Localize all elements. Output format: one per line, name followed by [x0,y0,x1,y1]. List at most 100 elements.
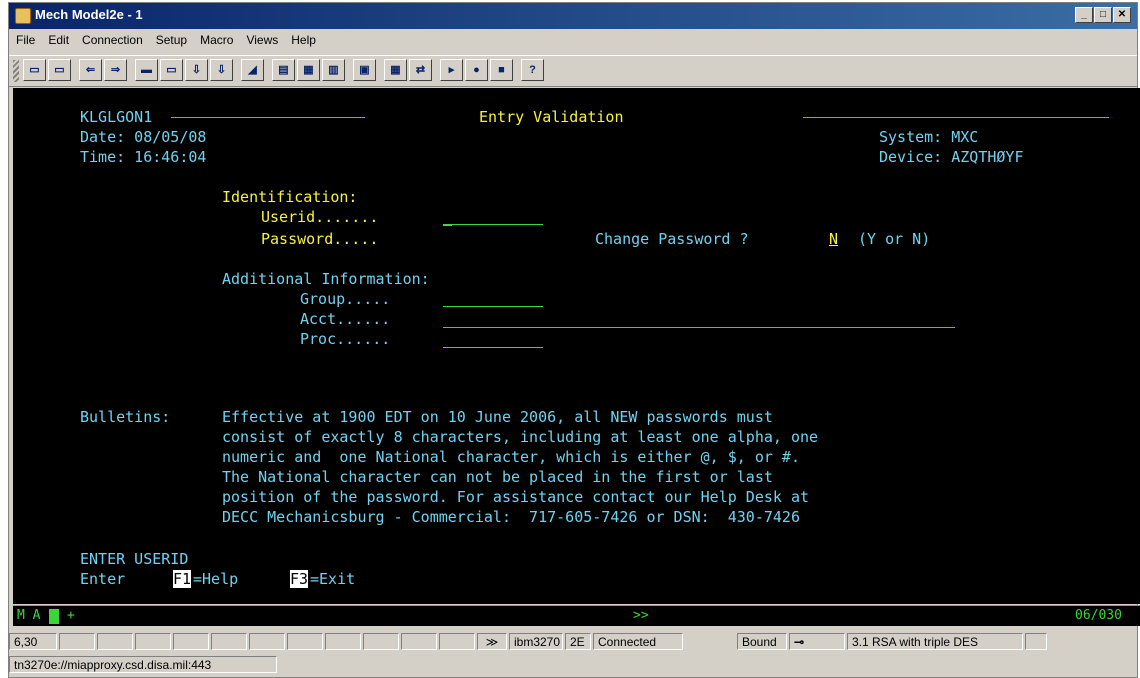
f3-exit-text: =Exit [310,570,356,588]
status-empty-2 [97,633,133,650]
bulletin-line: DECC Mechanicsburg - Commercial: 717-605… [222,508,800,526]
menu-macro[interactable]: Macro [193,30,239,47]
window-title: Mech Model2e - 1 [35,7,143,22]
bulletin-line: position of the password. For assistance… [222,488,809,506]
proc-label: Proc...... [300,330,391,348]
status-bar: 6,30 ≫ ibm3270 2E Connected Bound ⊸ 3.1 … [9,631,1137,653]
message-line: ENTER USERID [80,550,189,568]
emulator-window: Mech Model2e - 1 _ □ ✕ File Edit Connectio… [8,2,1140,678]
copy-icon[interactable]: ⇩ [185,59,208,81]
bulletin-line: Effective at 1900 EDT on 10 June 2006, a… [222,408,773,426]
bulletin-line: numeric and one National character, whic… [222,448,800,466]
stop-icon[interactable]: ■ [490,59,513,81]
proc-field[interactable] [443,347,543,348]
status-empty-1 [59,633,95,650]
minimize-button[interactable]: _ [1075,7,1093,23]
menu-bar: File Edit Connection Setup Macro Views Help [9,30,1137,52]
device-text: Device: AZQTHØYF [879,148,1024,166]
f1-help-text: =Help [193,570,239,588]
oia-plus: + [67,608,75,623]
keyboard-icon[interactable]: ▤ [272,59,295,81]
grid-icon[interactable]: ▦ [384,59,407,81]
additional-info-label: Additional Information: [222,270,430,288]
userid-field[interactable] [443,224,543,225]
oia-mode: M A [17,608,41,623]
screen-title: Entry Validation [479,108,624,126]
forward-arrow-icon[interactable]: ⇒ [104,59,127,81]
connection-url: tn3270e://miapproxy.csd.disa.mil:443 [9,656,277,673]
menu-file[interactable]: File [9,30,41,47]
status-terminal-type: ibm3270 [509,633,563,650]
map-icon[interactable]: ▦ [297,59,320,81]
menu-connection[interactable]: Connection [75,30,149,47]
status-encryption: 3.1 RSA with triple DES [847,633,1023,650]
status-empty-11 [439,633,475,650]
print-icon[interactable]: ▭ [160,59,183,81]
password-label: Password..... [261,230,379,248]
record-icon[interactable]: ● [465,59,488,81]
terminal-screen[interactable]: KLGLGON1 Entry Validation Date: 08/05/08… [13,88,1140,604]
status-empty-8 [325,633,361,650]
back-arrow-icon[interactable]: ⇐ [79,59,102,81]
group-field[interactable] [443,306,543,307]
bulletin-line: The National character can not be placed… [222,468,773,486]
status-bound: Bound [737,633,787,650]
transfer-icon[interactable]: ⇄ [409,59,432,81]
time-text: Time: 16:46:04 [80,148,207,166]
close-button[interactable]: ✕ [1113,7,1131,23]
change-password-field[interactable]: N [829,230,838,248]
f3-key[interactable]: F3 [290,570,309,588]
change-password-label: Change Password ? [595,230,749,248]
status-empty-9 [363,633,399,650]
operator-info-area: M A + >> 06/030 [13,605,1140,626]
erase-icon[interactable]: ◢ [241,59,264,81]
oia-cursor-block [49,609,59,624]
title-bar[interactable]: Mech Model2e - 1 _ □ ✕ [9,3,1137,29]
group-label: Group..... [300,290,391,308]
maximize-button[interactable]: □ [1094,7,1112,23]
java-app-icon [15,8,31,24]
title-rule-left [171,117,365,118]
screen-icon[interactable]: ▭ [48,59,71,81]
f1-key[interactable]: F1 [173,570,192,588]
menu-help[interactable]: Help [284,30,322,47]
toolbar: ▭ ▭ ⇐ ⇒ ▬ ▭ ⇩ ⇩ ◢ ▤ ▦ ▥ ▣ ▦ ⇄ ▸ ● ■? [9,55,1137,87]
keypad-icon[interactable]: ▥ [322,59,345,81]
play-icon[interactable]: ▸ [440,59,463,81]
status-empty-5 [211,633,247,650]
status-connection: Connected [593,633,683,650]
status-empty-4 [173,633,209,650]
acct-field[interactable] [443,327,955,328]
key-icon: ⊸ [789,633,845,650]
status-empty-7 [287,633,323,650]
lock-icon[interactable]: ▣ [353,59,376,81]
bulletin-line: consist of exactly 8 characters, includi… [222,428,819,446]
bulletins-label: Bulletins: [80,408,171,426]
help-icon[interactable]: ? [521,59,544,81]
enter-label: Enter [80,570,126,588]
system-text: System: MXC [879,128,979,146]
status-empty-6 [249,633,285,650]
toolbar-grip[interactable] [13,60,19,82]
identification-label: Identification: [222,188,358,206]
status-empty-10 [401,633,437,650]
save-icon[interactable]: ▬ [135,59,158,81]
userid-label: Userid....... [261,208,379,226]
menu-setup[interactable]: Setup [149,30,193,47]
oia-cursor-position: 06/030 [1075,608,1122,623]
menu-views[interactable]: Views [239,30,284,47]
status-empty-3 [135,633,171,650]
title-rule-right [803,117,1109,118]
screen-id: KLGLGON1 [80,108,153,126]
status-model: 2E [565,633,591,650]
date-text: Date: 08/05/08 [80,128,207,146]
paste-icon[interactable]: ⇩ [210,59,233,81]
menu-edit[interactable]: Edit [41,30,75,47]
status-position: 6,30 [9,633,57,650]
status-arrows-icon: ≫ [477,633,507,650]
acct-label: Acct...... [300,310,391,328]
change-password-hint: (Y or N) [858,230,931,248]
status-empty-12 [1025,633,1047,650]
disconnect-icon[interactable]: ▭ [23,59,46,81]
oia-indicator: >> [633,608,649,623]
